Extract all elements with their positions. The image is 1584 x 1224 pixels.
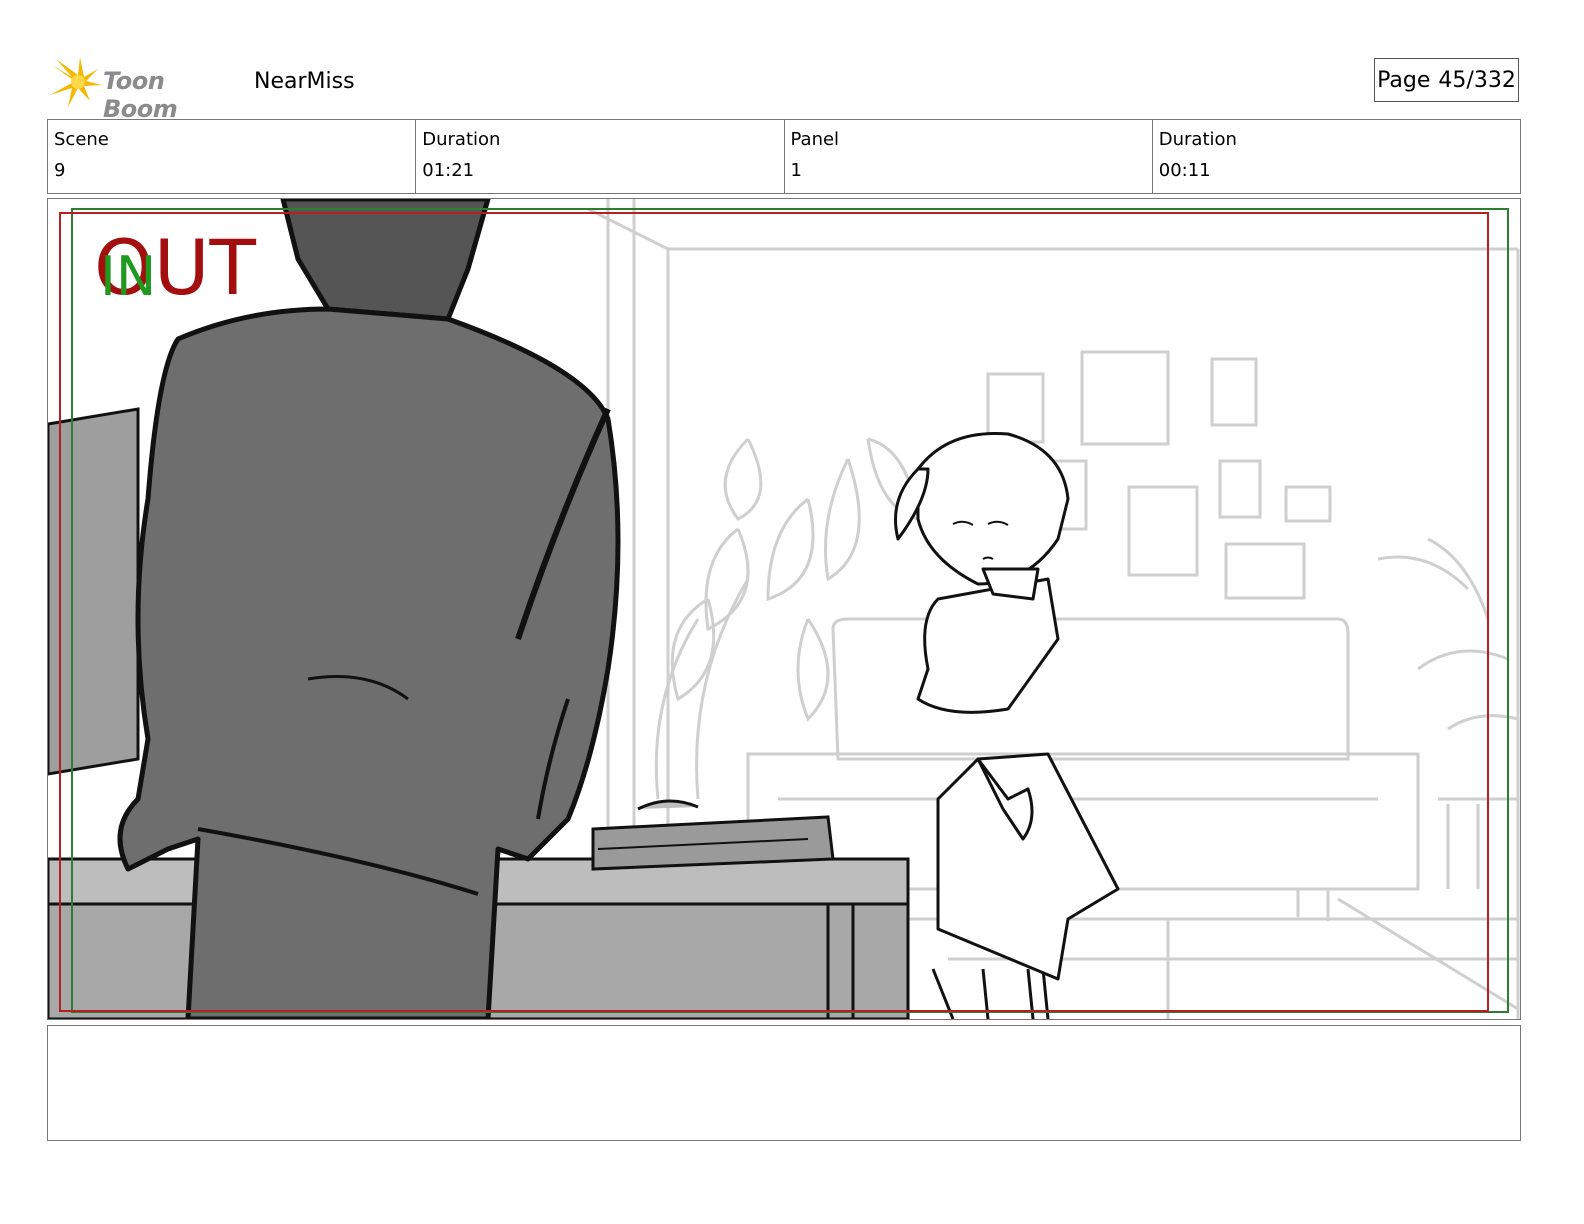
page-indicator: Page 45/332 [1374,58,1519,102]
panel-drawing: OUT IN [48,199,1520,1019]
scene-duration-cell: Duration 01:21 [416,120,785,193]
panel-duration-cell: Duration 00:11 [1153,120,1520,193]
scene-label: Scene [54,129,109,150]
page-label: Page [1377,67,1431,93]
in-mark: IN [100,245,156,308]
panel-value: 1 [790,160,802,181]
scene-value: 9 [54,160,66,181]
panel-cell: Panel 1 [785,120,1153,193]
starburst-icon [50,57,102,107]
toon-boom-logo: Toon Boom [50,55,240,123]
panel-label: Panel [790,129,840,150]
logo-text: Toon Boom [103,67,178,123]
scene-duration-value: 01:21 [422,160,475,181]
page-value: 45/332 [1438,67,1516,93]
project-name: NearMiss [254,69,355,94]
notes-box[interactable] [47,1025,1521,1141]
scene-duration-label: Duration [422,129,501,150]
panel-duration-value: 00:11 [1158,160,1211,181]
info-table: Scene 9 Duration 01:21 Panel 1 Duration … [47,119,1521,194]
panel-duration-label: Duration [1158,129,1237,150]
storyboard-panel: OUT IN [47,198,1521,1020]
scene-cell: Scene 9 [48,120,417,193]
